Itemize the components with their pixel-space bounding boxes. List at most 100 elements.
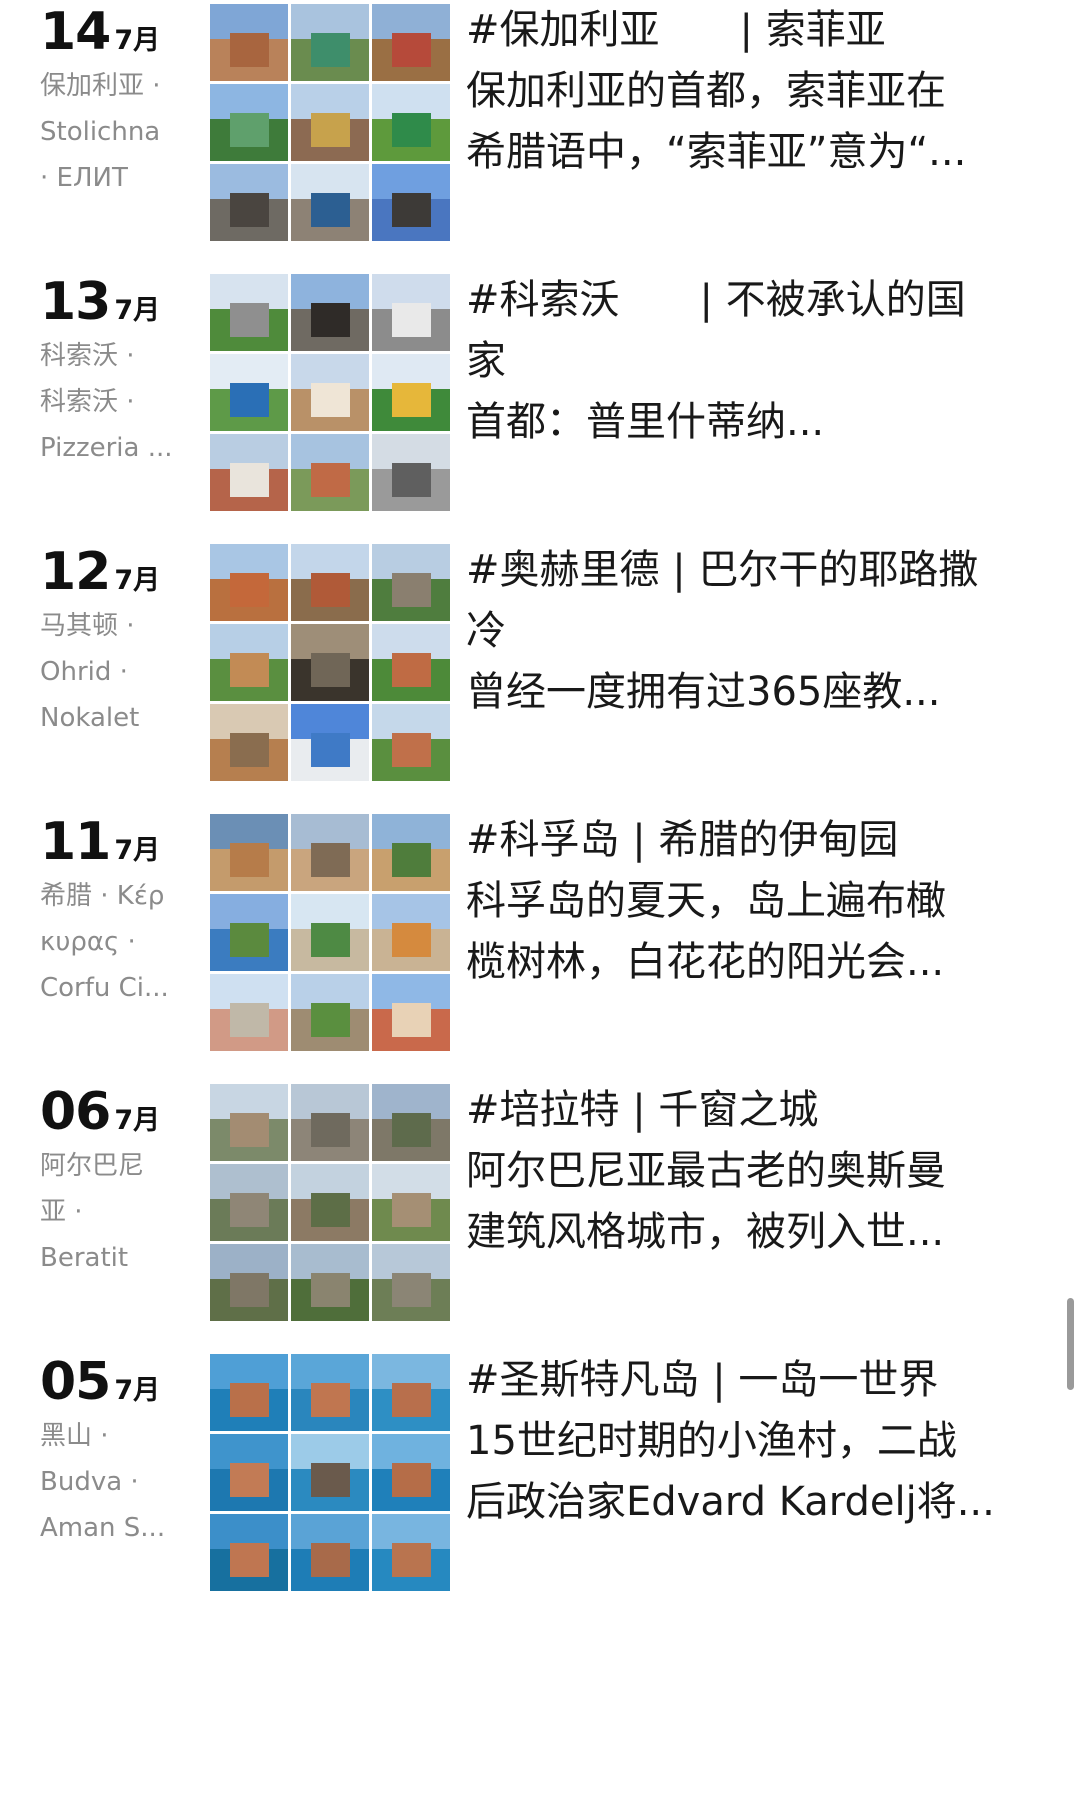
entry-day: 12 — [40, 542, 111, 602]
photo-thumbnail[interactable] — [291, 1434, 369, 1511]
photo-thumbnail[interactable] — [210, 544, 288, 621]
photo-thumbnail[interactable] — [372, 354, 450, 431]
photo-thumbnail[interactable] — [291, 354, 369, 431]
photo-grid[interactable] — [210, 274, 450, 513]
entry-location-line: Pizzeria ... — [40, 433, 173, 463]
entry-month: 7月 — [114, 1375, 161, 1406]
entry-post-text[interactable]: #培拉特 | 千窗之城 阿尔巴尼亚最古老的奥斯曼 建筑风格城市，被列入世... — [466, 1080, 1026, 1263]
photo-thumbnail[interactable] — [372, 974, 450, 1051]
entry-title-line: #圣斯特凡岛 | 一岛一世界 — [466, 1357, 939, 1403]
entry-post-text[interactable]: #保加利亚 | 索菲亚 保加利亚的首都，索菲亚在 希腊语中，“索菲亚”意为“... — [466, 0, 1026, 183]
photo-thumbnail[interactable] — [210, 274, 288, 351]
photo-thumbnail[interactable] — [210, 434, 288, 511]
photo-thumbnail[interactable] — [372, 544, 450, 621]
entry-location-line: Stolichna — [40, 117, 161, 147]
scrollbar[interactable] — [1067, 1298, 1074, 1390]
photo-thumbnail[interactable] — [210, 1084, 288, 1161]
photo-thumbnail[interactable] — [291, 164, 369, 241]
photo-thumbnail[interactable] — [291, 814, 369, 891]
photo-thumbnail[interactable] — [372, 894, 450, 971]
entry-text-line: 保加利亚的首都，索菲亚在 — [466, 68, 946, 114]
photo-thumbnail[interactable] — [291, 894, 369, 971]
entry-post-text[interactable]: #科孚岛 | 希腊的伊甸园 科孚岛的夏天，岛上遍布橄 榄树林，白花花的阳光会... — [466, 810, 1026, 993]
timeline-entry[interactable]: 11 7月 希腊 · Κέρ κυρας · Corfu Ci... #科孚岛 | 希腊的… — [0, 810, 1080, 1053]
photo-thumbnail[interactable] — [210, 354, 288, 431]
photo-thumbnail[interactable] — [372, 1244, 450, 1321]
photo-thumbnail[interactable] — [372, 1514, 450, 1591]
photo-thumbnail[interactable] — [291, 1514, 369, 1591]
photo-thumbnail[interactable] — [210, 894, 288, 971]
photo-thumbnail[interactable] — [372, 704, 450, 781]
photo-thumbnail[interactable] — [372, 1354, 450, 1431]
photo-thumbnail[interactable] — [210, 1354, 288, 1431]
photo-thumbnail[interactable] — [372, 1084, 450, 1161]
photo-thumbnail[interactable] — [291, 1084, 369, 1161]
entry-day: 14 — [40, 2, 111, 62]
photo-thumbnail[interactable] — [372, 84, 450, 161]
photo-thumbnail[interactable] — [291, 4, 369, 81]
photo-thumbnail[interactable] — [210, 974, 288, 1051]
photo-thumbnail[interactable] — [372, 624, 450, 701]
photo-thumbnail[interactable] — [372, 1434, 450, 1511]
entry-title-line: #保加利亚 | 索菲亚 — [466, 7, 886, 53]
photo-grid[interactable] — [210, 544, 450, 783]
photo-thumbnail[interactable] — [291, 974, 369, 1051]
entry-date: 13 7月 — [40, 272, 200, 332]
photo-thumbnail[interactable] — [210, 164, 288, 241]
timeline-entry[interactable]: 13 7月 科索沃 · 科索沃 · Pizzeria ... #科索沃 | 不被承认的国家… — [0, 270, 1080, 513]
entry-location-line: 希腊 · Κέρ — [40, 881, 165, 911]
photo-thumbnail[interactable] — [291, 1244, 369, 1321]
photo-thumbnail[interactable] — [291, 624, 369, 701]
entry-date-location: 06 7月 阿尔巴尼亚 · Beratit — [40, 1082, 200, 1280]
photo-thumbnail[interactable] — [210, 1434, 288, 1511]
entry-text-line: 榄树林，白花花的阳光会... — [466, 939, 945, 985]
photo-thumbnail[interactable] — [372, 164, 450, 241]
entry-day: 05 — [40, 1352, 111, 1412]
photo-thumbnail[interactable] — [210, 1244, 288, 1321]
photo-grid[interactable] — [210, 1084, 450, 1323]
entry-post-text[interactable]: #科索沃 | 不被承认的国家首都：普里什蒂纳... — [466, 270, 1026, 453]
entry-date-location: 14 7月 保加利亚 · Stolichna · ЕЛИТ — [40, 2, 200, 200]
photo-thumbnail[interactable] — [210, 624, 288, 701]
photo-thumbnail[interactable] — [210, 704, 288, 781]
timeline-entry[interactable]: 14 7月 保加利亚 · Stolichna · ЕЛИТ #保加利亚 | 索菲亚 保加利亚… — [0, 0, 1080, 243]
timeline-entry[interactable]: 05 7月 黑山 · Budva · Aman S... #圣斯特凡岛 | 一岛一世界 15… — [0, 1350, 1080, 1593]
photo-grid[interactable] — [210, 1354, 450, 1593]
photo-thumbnail[interactable] — [291, 1354, 369, 1431]
photo-thumbnail[interactable] — [372, 4, 450, 81]
entry-text-line: 曾经一度拥有过365座教... — [466, 669, 941, 715]
photo-grid[interactable] — [210, 4, 450, 243]
photo-thumbnail[interactable] — [372, 814, 450, 891]
entry-post-text[interactable]: #圣斯特凡岛 | 一岛一世界 15世纪时期的小渔村，二战 后政治家Edvard Ka… — [466, 1350, 1026, 1533]
photo-thumbnail[interactable] — [372, 434, 450, 511]
timeline-entry[interactable]: 12 7月 马其顿 · Ohrid · Nokalet #奥赫里德 | 巴尔干的耶路撒冷曾… — [0, 540, 1080, 783]
entry-date: 05 7月 — [40, 1352, 200, 1412]
entry-date-location: 11 7月 希腊 · Κέρ κυρας · Corfu Ci... — [40, 812, 200, 1010]
photo-thumbnail[interactable] — [372, 1164, 450, 1241]
photo-thumbnail[interactable] — [291, 544, 369, 621]
entry-date-location: 13 7月 科索沃 · 科索沃 · Pizzeria ... — [40, 272, 200, 470]
timeline-entry[interactable]: 06 7月 阿尔巴尼亚 · Beratit #培拉特 | 千窗之城 阿尔巴尼亚最古老的奥斯… — [0, 1080, 1080, 1323]
entry-location-line: · ЕЛИТ — [40, 163, 128, 193]
photo-thumbnail[interactable] — [210, 4, 288, 81]
photo-thumbnail[interactable] — [291, 434, 369, 511]
photo-thumbnail[interactable] — [291, 274, 369, 351]
photo-thumbnail[interactable] — [210, 814, 288, 891]
photo-thumbnail[interactable] — [291, 84, 369, 161]
entry-post-text[interactable]: #奥赫里德 | 巴尔干的耶路撒冷曾经一度拥有过365座教... — [466, 540, 1026, 723]
entry-location-line: κυρας · — [40, 927, 136, 957]
photo-thumbnail[interactable] — [210, 1514, 288, 1591]
photo-thumbnail[interactable] — [291, 1164, 369, 1241]
photo-thumbnail[interactable] — [291, 704, 369, 781]
photo-thumbnail[interactable] — [372, 274, 450, 351]
entry-title-line: #科索沃 | 不被承认的国 — [466, 277, 966, 323]
photo-grid[interactable] — [210, 814, 450, 1053]
entry-text-line: 首都：普里什蒂纳... — [466, 399, 825, 445]
photo-thumbnail[interactable] — [210, 1164, 288, 1241]
entry-location-line: Budva · — [40, 1467, 139, 1497]
entry-month: 7月 — [114, 835, 161, 866]
entry-text-line: 科孚岛的夏天，岛上遍布橄 — [466, 878, 946, 924]
entry-day: 13 — [40, 272, 111, 332]
photo-thumbnail[interactable] — [210, 84, 288, 161]
entry-location-line: 马其顿 · — [40, 611, 135, 641]
